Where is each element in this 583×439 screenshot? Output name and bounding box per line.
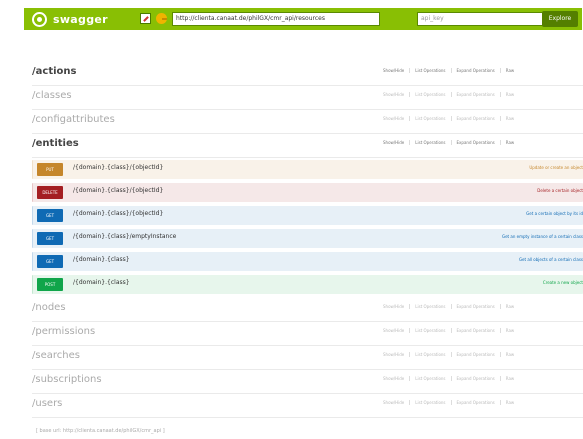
operation-summary: Get an empty instance of a certain class <box>502 234 583 239</box>
list-operations-link[interactable]: List Operations <box>410 352 452 357</box>
expand-operations-link[interactable]: Expand Operations <box>452 92 501 97</box>
resource-operations-links: Show/Hide List Operations Expand Operation… <box>378 92 519 97</box>
resource-row: /subscriptions Show/Hide List Operations Ex… <box>32 370 583 394</box>
resource-name-link[interactable]: /searches <box>32 350 80 361</box>
resource-operations-links: Show/Hide List Operations Expand Operation… <box>378 68 519 73</box>
operation-row[interactable]: GET /{domain}.{class}/{objectId} Get a cer… <box>32 206 583 225</box>
show-hide-link[interactable]: Show/Hide <box>378 352 411 357</box>
show-hide-link[interactable]: Show/Hide <box>378 376 411 381</box>
operation-row[interactable]: GET /{domain}.{class}/emptyInstance Get an… <box>32 229 583 248</box>
list-operations-link[interactable]: List Operations <box>410 376 452 381</box>
resource-row: /configattributes Show/Hide List Operation… <box>32 110 583 134</box>
operation-row[interactable]: GET /{domain}.{class} Get all objects of a… <box>32 252 583 271</box>
resource-name-link[interactable]: /subscriptions <box>32 374 102 385</box>
raw-link[interactable]: Raw <box>501 376 519 381</box>
operation-summary: Delete a certain object <box>537 188 583 193</box>
api-key-input[interactable]: api_key <box>417 12 547 26</box>
raw-link[interactable]: Raw <box>501 400 519 405</box>
operation-path-link[interactable]: /{domain}.{class} <box>73 279 130 286</box>
operation-row[interactable]: DELETE /{domain}.{class}/{objectId} Delete… <box>32 183 583 202</box>
resource-operations-links: Show/Hide List Operations Expand Operation… <box>378 304 519 309</box>
show-hide-link[interactable]: Show/Hide <box>378 92 411 97</box>
list-operations-link[interactable]: List Operations <box>410 116 452 121</box>
operation-path-link[interactable]: /{domain}.{class} <box>73 256 130 263</box>
show-hide-link[interactable]: Show/Hide <box>378 400 411 405</box>
show-hide-link[interactable]: Show/Hide <box>378 304 411 309</box>
expand-operations-link[interactable]: Expand Operations <box>452 140 501 145</box>
show-hide-link[interactable]: Show/Hide <box>378 116 411 121</box>
resource-row: /classes Show/Hide List Operations Expand O… <box>32 86 583 110</box>
expand-operations-link[interactable]: Expand Operations <box>452 116 501 121</box>
expand-operations-link[interactable]: Expand Operations <box>452 328 501 333</box>
raw-link[interactable]: Raw <box>501 116 519 121</box>
raw-link[interactable]: Raw <box>501 68 519 73</box>
swagger-logo-icon <box>32 11 47 27</box>
resource-row: /searches Show/Hide List Operations Expand … <box>32 346 583 370</box>
expand-operations-link[interactable]: Expand Operations <box>452 304 501 309</box>
api-url-input[interactable]: http://clienta.canaat.de/philGX/cmr_api/… <box>172 12 380 26</box>
swagger-logo[interactable]: swagger <box>32 11 108 27</box>
resource-name-link[interactable]: /configattributes <box>32 114 115 125</box>
raw-link[interactable]: Raw <box>501 328 519 333</box>
resource-row: /entities Show/Hide List Operations Expand … <box>32 134 583 158</box>
resources-list: /actions Show/Hide List Operations Expand O… <box>32 62 583 418</box>
show-hide-link[interactable]: Show/Hide <box>378 140 411 145</box>
resource-name-link[interactable]: /permissions <box>32 326 95 337</box>
logo-text: swagger <box>53 12 108 26</box>
raw-link[interactable]: Raw <box>501 352 519 357</box>
show-hide-link[interactable]: Show/Hide <box>378 68 411 73</box>
key-icon[interactable] <box>156 13 167 24</box>
expand-operations-link[interactable]: Expand Operations <box>452 376 501 381</box>
top-header-bar: swagger http://clienta.canaat.de/philGX/… <box>24 8 582 30</box>
resource-operations-links: Show/Hide List Operations Expand Operation… <box>378 400 519 405</box>
http-method-badge[interactable]: GET <box>37 232 63 245</box>
expand-operations-link[interactable]: Expand Operations <box>452 68 501 73</box>
show-hide-link[interactable]: Show/Hide <box>378 328 411 333</box>
list-operations-link[interactable]: List Operations <box>410 68 452 73</box>
operation-path-link[interactable]: /{domain}.{class}/{objectId} <box>73 164 163 171</box>
list-operations-link[interactable]: List Operations <box>410 304 452 309</box>
resource-row: /actions Show/Hide List Operations Expand O… <box>32 62 583 86</box>
expand-operations-link[interactable]: Expand Operations <box>452 400 501 405</box>
explore-button[interactable]: Explore <box>542 11 578 27</box>
raw-link[interactable]: Raw <box>501 92 519 97</box>
resource-name-link[interactable]: /users <box>32 398 62 409</box>
resource-row: /permissions Show/Hide List Operations Expa… <box>32 322 583 346</box>
expand-operations-link[interactable]: Expand Operations <box>452 352 501 357</box>
operation-path-link[interactable]: /{domain}.{class}/{objectId} <box>73 210 163 217</box>
operation-path-link[interactable]: /{domain}.{class}/emptyInstance <box>73 233 176 240</box>
http-method-badge[interactable]: PUT <box>37 163 63 176</box>
list-operations-link[interactable]: List Operations <box>410 140 452 145</box>
operation-path-link[interactable]: /{domain}.{class}/{objectId} <box>73 187 163 194</box>
resource-row: /nodes Show/Hide List Operations Expand Ope… <box>32 298 583 322</box>
http-method-badge[interactable]: DELETE <box>37 186 63 199</box>
resource-operations-links: Show/Hide List Operations Expand Operation… <box>378 352 519 357</box>
http-method-badge[interactable]: GET <box>37 209 63 222</box>
raw-link[interactable]: Raw <box>501 140 519 145</box>
resource-operations-links: Show/Hide List Operations Expand Operation… <box>378 140 519 145</box>
resource-row: /users Show/Hide List Operations Expand Ope… <box>32 394 583 418</box>
resource-operations-links: Show/Hide List Operations Expand Operation… <box>378 376 519 381</box>
operation-summary: Update or create an object <box>529 165 583 170</box>
list-operations-link[interactable]: List Operations <box>410 400 452 405</box>
list-operations-link[interactable]: List Operations <box>410 92 452 97</box>
http-method-badge[interactable]: POST <box>37 278 63 291</box>
base-url-footer: [ base url: http://clienta.canaat.de/phi… <box>36 428 165 434</box>
operation-row[interactable]: PUT /{domain}.{class}/{objectId} Update or… <box>32 160 583 179</box>
list-operations-link[interactable]: List Operations <box>410 328 452 333</box>
resource-name-link[interactable]: /classes <box>32 90 72 101</box>
resource-operations-links: Show/Hide List Operations Expand Operation… <box>378 116 519 121</box>
resource-name-link[interactable]: /nodes <box>32 302 66 313</box>
resource-operations-links: Show/Hide List Operations Expand Operation… <box>378 328 519 333</box>
http-method-badge[interactable]: GET <box>37 255 63 268</box>
operation-row[interactable]: POST /{domain}.{class} Create a new object <box>32 275 583 294</box>
operation-summary: Get a certain object by its id <box>526 211 583 216</box>
edit-icon[interactable] <box>140 13 151 24</box>
operation-summary: Create a new object <box>542 280 583 285</box>
entities-operations: PUT /{domain}.{class}/{objectId} Update or… <box>32 160 583 294</box>
raw-link[interactable]: Raw <box>501 304 519 309</box>
operation-summary: Get all objects of a certain class <box>518 257 583 262</box>
resource-name-link[interactable]: /entities <box>32 138 79 149</box>
resource-name-link[interactable]: /actions <box>32 66 76 77</box>
